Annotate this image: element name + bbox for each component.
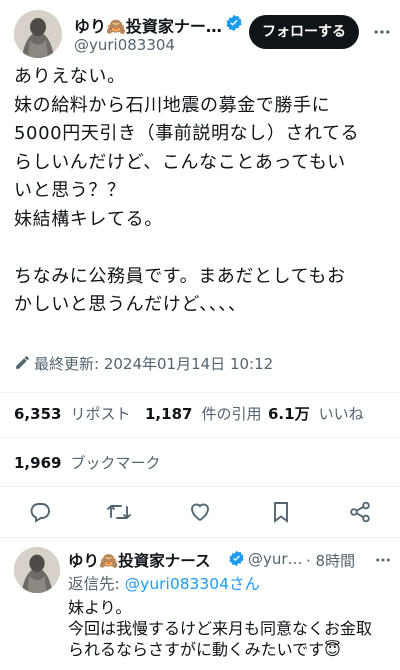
author-name-text[interactable]: ゆり🙈投資家ナー…	[74, 17, 222, 36]
likes-count: 6.1万	[268, 405, 310, 423]
follow-button[interactable]: フォローする	[249, 15, 359, 49]
reply-icon[interactable]	[28, 500, 52, 524]
reply-line: 妹より。	[68, 598, 132, 617]
reposts-label: リポスト	[70, 405, 131, 423]
reply-author-avatar[interactable]	[14, 547, 60, 593]
reply-line: 今回は我慢するけど来月も同意なくお金取	[68, 619, 373, 638]
reply-more-icon[interactable]	[374, 551, 392, 573]
author-avatar[interactable]	[14, 10, 62, 58]
reposts-count: 6,353	[14, 405, 62, 423]
likes-label: いいね	[318, 405, 364, 423]
repost-icon[interactable]	[106, 500, 132, 524]
quotes-stat[interactable]: 1,187 件の引用	[145, 403, 262, 424]
tweet-line: ちなみに公務員です。まあだとしてもお	[14, 265, 346, 287]
tweet-line: 妹結構キレてる。	[14, 208, 163, 230]
reply-author-name[interactable]: ゆり🙈投資家ナース	[68, 549, 211, 571]
divider	[0, 437, 400, 438]
author-name[interactable]: ゆり🙈投資家ナー…	[74, 13, 222, 37]
pencil-icon	[14, 354, 31, 375]
verified-badge-icon	[228, 550, 245, 567]
last-updated[interactable]: 最終更新: 2024年01月14日 10:12	[34, 353, 273, 374]
more-icon[interactable]	[372, 22, 392, 46]
bookmark-icon[interactable]	[270, 500, 292, 524]
tweet-line: 5000円天引き（事前説明なし）されてる	[14, 123, 360, 144]
tweet-line: いと思う？？	[14, 180, 126, 201]
replying-to: 返信先: @yuri083304さん	[68, 572, 260, 594]
share-icon[interactable]	[348, 500, 372, 524]
tweet-line: らしいんだけど、こんなことあってもい	[14, 151, 346, 173]
tweet-line: かしいと思うんだけど、、、、	[14, 294, 247, 315]
bookmarks-stat[interactable]: 1,969 ブックマーク	[14, 452, 161, 473]
tweet-line: 妹の給料から石川地震の募金で勝手に	[14, 94, 331, 116]
quotes-count: 1,187	[145, 405, 193, 423]
tweet-line: ありえない。	[14, 66, 126, 87]
reply-time[interactable]: · 8時間	[306, 550, 355, 571]
like-icon[interactable]	[188, 500, 212, 524]
divider	[0, 486, 400, 487]
bookmarks-count: 1,969	[14, 454, 62, 472]
reply-author-handle[interactable]: @yur…	[248, 550, 303, 568]
author-handle[interactable]: @yuri083304	[74, 36, 175, 54]
bookmarks-label: ブックマーク	[70, 454, 161, 472]
divider	[0, 392, 400, 393]
replying-to-handle[interactable]: @yuri083304さん	[125, 575, 260, 593]
likes-stat[interactable]: 6.1万 いいね	[268, 403, 364, 424]
tweet-text: ありえない。 妹の給料から石川地震の募金で勝手に 5000円天引き（事前説明なし…	[14, 63, 394, 320]
divider	[0, 537, 400, 538]
replying-to-prefix: 返信先:	[68, 575, 125, 593]
reposts-stat[interactable]: 6,353 リポスト	[14, 403, 131, 424]
reply-text: 妹より。 今回は我慢するけど来月も同意なくお金取 られるならさすがに動くみたいで…	[68, 597, 398, 660]
verified-badge-icon	[225, 14, 243, 32]
reply-line: られるならさすがに動くみたいです😇	[68, 640, 341, 659]
quotes-label: 件の引用	[201, 405, 262, 423]
